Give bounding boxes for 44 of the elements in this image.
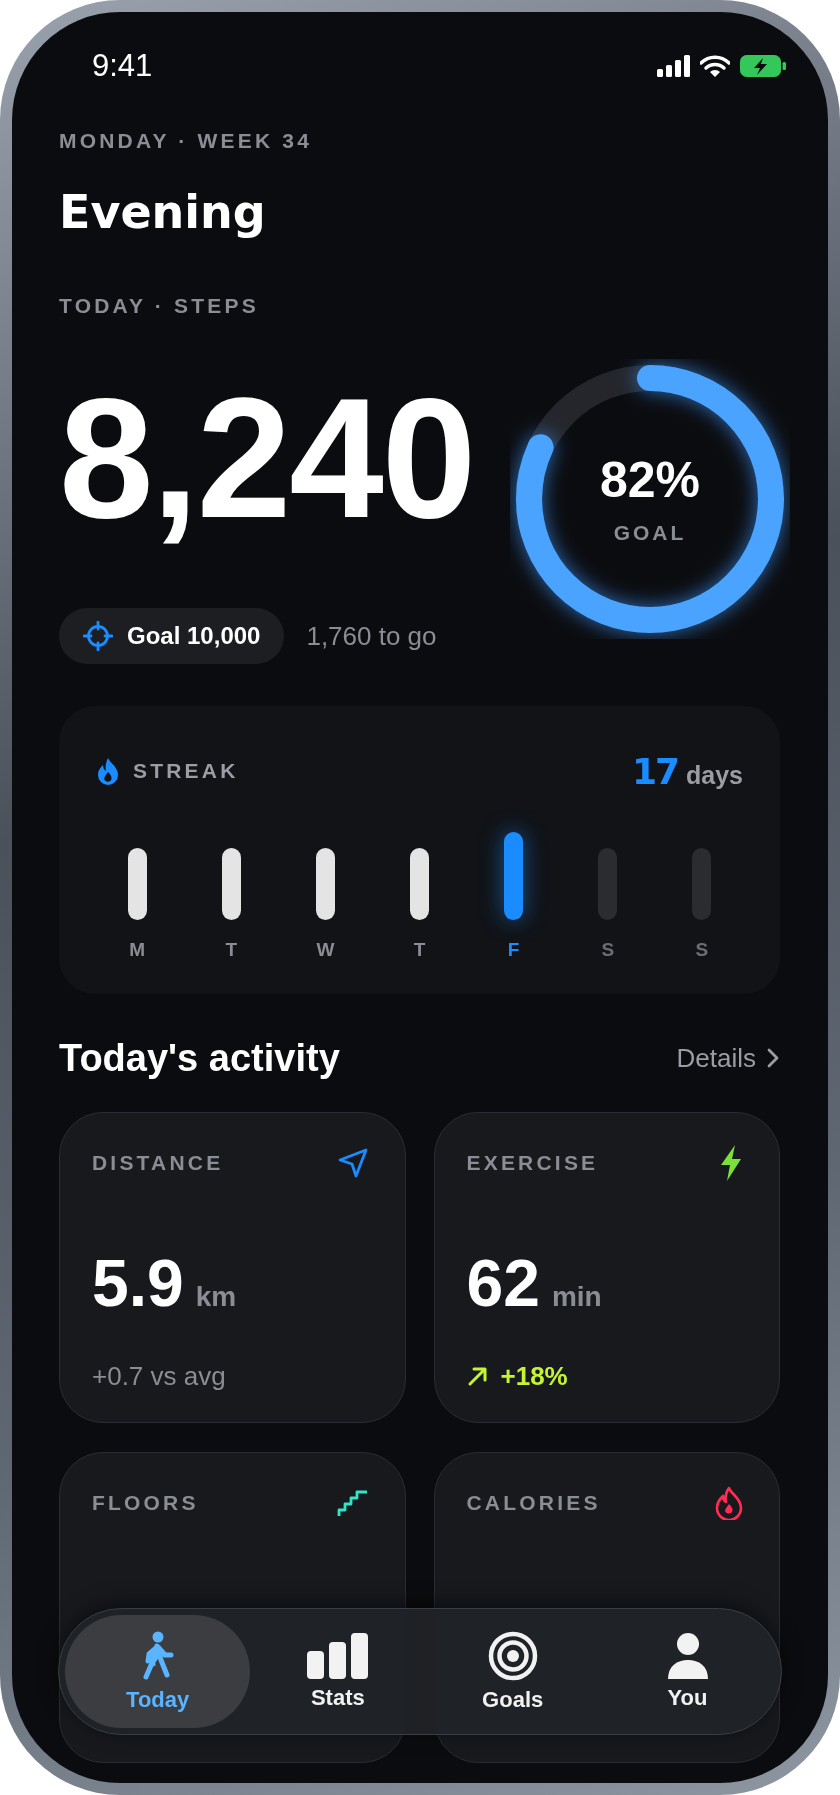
streak-unit: days bbox=[686, 760, 743, 790]
flame-icon bbox=[97, 757, 119, 785]
section-title: Today's activity bbox=[59, 1036, 340, 1080]
metric-label: FLOORS bbox=[92, 1490, 199, 1516]
day-label: S bbox=[601, 938, 615, 962]
metric-value: 5.9 bbox=[92, 1248, 184, 1318]
details-link[interactable]: Details bbox=[676, 1042, 780, 1074]
tab-item[interactable]: Goals bbox=[425, 1615, 601, 1728]
battery-icon bbox=[739, 54, 787, 78]
target-icon bbox=[487, 1630, 538, 1681]
goal-text: Goal 10,000 bbox=[127, 622, 261, 650]
streak-title: STREAK bbox=[133, 758, 239, 784]
tab-item[interactable]: Today bbox=[65, 1615, 251, 1728]
day-label: F bbox=[507, 938, 520, 962]
steps-label: TODAY · STEPS bbox=[59, 293, 260, 319]
metric-value: 62 bbox=[466, 1248, 540, 1318]
crosshair-icon bbox=[83, 621, 113, 651]
goal-caption: GOAL bbox=[613, 521, 687, 545]
day-label: S bbox=[695, 938, 709, 962]
person-icon bbox=[666, 1632, 709, 1679]
status-time: 9:41 bbox=[92, 48, 153, 84]
day-label: W bbox=[316, 938, 335, 962]
goal-percent: 82% bbox=[599, 453, 701, 507]
remaining-text: 1,760 to go bbox=[306, 620, 437, 652]
day-label: T bbox=[413, 938, 426, 962]
wifi-icon bbox=[700, 55, 730, 77]
day-label: T bbox=[225, 938, 237, 962]
metric-label: EXERCISE bbox=[466, 1150, 599, 1176]
metric-note: +18% bbox=[500, 1360, 568, 1392]
greeting-title: Evening bbox=[59, 184, 267, 240]
bar-chart-icon bbox=[306, 1632, 369, 1679]
metric-label: CALORIES bbox=[466, 1490, 601, 1516]
chevron-right-icon bbox=[766, 1047, 780, 1069]
day-label: M bbox=[129, 938, 145, 962]
date-label: MONDAY · WEEK 34 bbox=[59, 128, 314, 154]
metric-unit: km bbox=[195, 1281, 237, 1313]
tab-item[interactable]: You bbox=[600, 1615, 775, 1728]
streak-count: 17 bbox=[631, 750, 678, 792]
metric-unit: min bbox=[551, 1281, 602, 1313]
tab-item[interactable]: Stats bbox=[250, 1615, 426, 1728]
signal-icon bbox=[657, 55, 691, 77]
metric-note: +0.7 vs avg bbox=[92, 1360, 226, 1392]
step-count: 8,240 bbox=[59, 363, 475, 553]
metric-label: DISTANCE bbox=[92, 1150, 224, 1176]
